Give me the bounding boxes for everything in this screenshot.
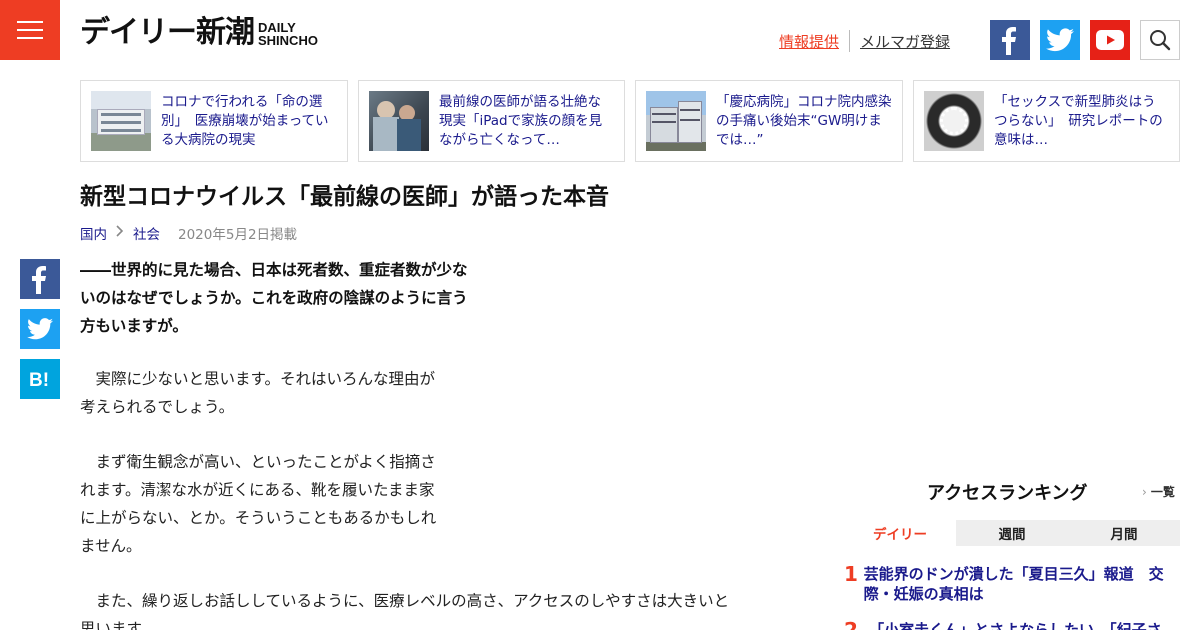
twitter-icon <box>27 318 53 340</box>
article-title: 新型コロナウイルス「最前線の医師」が語った本音 <box>80 184 609 210</box>
breadcrumb: 国内 社会 2020年5月2日掲載 <box>80 223 297 243</box>
related-article-title: 「セックスで新型肺炎はうつらない」 研究レポートの意味は… <box>994 93 1163 148</box>
facebook-icon <box>32 266 46 294</box>
facebook-icon <box>1002 27 1016 55</box>
info-submit-link[interactable]: 情報提供 <box>779 31 839 52</box>
related-article-title: 「慶応病院」コロナ院内感染の手痛い後始末“GW明けまでは…” <box>716 93 892 148</box>
related-article-card[interactable]: 最前線の医師が語る壮絶な現実「iPadで家族の顔を見ながら亡くなって… <box>358 80 625 162</box>
share-twitter-button[interactable] <box>20 309 60 349</box>
newsletter-link[interactable]: メルマガ登録 <box>860 31 950 52</box>
twitter-link[interactable] <box>1040 20 1080 60</box>
keio-hospital-thumbnail <box>646 91 706 151</box>
paragraph-line: まず衛生観念が高い、といったことがよく指摘さ <box>80 453 436 471</box>
related-article-card[interactable]: 「慶応病院」コロナ院内感染の手痛い後始末“GW明けまでは…” <box>635 80 903 162</box>
search-button[interactable] <box>1140 20 1180 60</box>
publish-date: 2020年5月2日掲載 <box>178 227 298 243</box>
virus-microscope-thumbnail <box>924 91 984 151</box>
ranking-item[interactable]: 1 芸能界のドンが潰した「夏目三久」報道 交際・妊娠の真相は <box>844 564 1180 604</box>
ranking-title: アクセスランキング <box>927 483 1088 504</box>
ranking-item-title: 「小室圭くん」とさよならしたい 「紀子さま」 <box>869 621 1162 630</box>
paragraph-line: れます。清潔な水が近くにある、靴を履いたまま家 <box>80 481 435 499</box>
share-hatena-button[interactable]: B! <box>20 359 60 399</box>
hatena-bookmark-icon: B! <box>29 370 49 390</box>
interview-question: ――世界的に見た場合、日本は死者数、重症者数が少ないのはなぜでしょうか。これを政… <box>80 261 468 335</box>
related-article-card[interactable]: 「セックスで新型肺炎はうつらない」 研究レポートの意味は… <box>913 80 1180 162</box>
ranking-all-label: 一覧 <box>1150 485 1175 499</box>
youtube-icon <box>1096 30 1124 50</box>
paragraph-line: ません。 <box>80 537 142 555</box>
ranking-item-title: 芸能界のドンが潰した「夏目三久」報道 交際・妊娠の真相は <box>863 565 1164 603</box>
chevron-right-icon: › <box>1142 485 1147 499</box>
paragraph-line: 考えられるでしょう。 <box>80 398 235 416</box>
ranking-item[interactable]: 2 「小室圭くん」とさよならしたい 「紀子さま」 <box>844 620 1180 630</box>
paragraph-line: 思います。 <box>80 620 156 630</box>
tab-weekly[interactable]: 週間 <box>956 520 1068 546</box>
paragraph-line: に上がらない、とか。そういうこともあるかもしれ <box>80 509 437 527</box>
related-article-card[interactable]: コロナで行われる「命の選別」 医療崩壊が始まっている大病院の現実 <box>80 80 348 162</box>
share-facebook-button[interactable] <box>20 259 60 299</box>
twitter-icon <box>1046 28 1074 52</box>
chevron-right-icon <box>116 225 124 241</box>
tab-daily[interactable]: デイリー <box>844 520 956 546</box>
menu-line <box>17 37 43 39</box>
ranking-number: 1 <box>844 562 858 586</box>
site-logo[interactable]: デイリー新潮 DAILY SHINCHO <box>80 18 318 48</box>
search-icon <box>1150 30 1171 51</box>
related-article-title: 最前線の医師が語る壮絶な現実「iPadで家族の顔を見ながら亡くなって… <box>439 93 603 148</box>
ranking-tabs: デイリー 週間 月間 <box>844 520 1180 546</box>
logo-sub-line-2: SHINCHO <box>258 33 318 48</box>
menu-line <box>17 21 43 23</box>
ranking-all-link[interactable]: › 一覧 <box>1142 483 1175 500</box>
paragraph-line: また、繰り返しお話ししているように、医療レベルの高さ、アクセスのしやすさは大きい… <box>80 592 730 610</box>
breadcrumb-category-domestic[interactable]: 国内 <box>80 223 107 243</box>
menu-line <box>17 29 43 31</box>
menu-button[interactable] <box>0 0 60 60</box>
logo-main-text: デイリー新潮 <box>80 15 255 50</box>
paragraph-line: 実際に少ないと思います。それはいろんな理由が <box>80 370 435 388</box>
divider <box>849 30 851 52</box>
hospital-building-thumbnail <box>91 91 151 151</box>
youtube-link[interactable] <box>1090 20 1130 60</box>
svg-text:B!: B! <box>29 370 49 390</box>
logo-sub-text: DAILY SHINCHO <box>258 21 318 47</box>
ranking-number: 2 <box>844 618 858 630</box>
tab-monthly[interactable]: 月間 <box>1068 520 1180 546</box>
related-article-title: コロナで行われる「命の選別」 医療崩壊が始まっている大病院の現実 <box>161 93 329 148</box>
doctors-photo-thumbnail <box>369 91 429 151</box>
facebook-link[interactable] <box>990 20 1030 60</box>
breadcrumb-category-society[interactable]: 社会 <box>133 223 160 243</box>
